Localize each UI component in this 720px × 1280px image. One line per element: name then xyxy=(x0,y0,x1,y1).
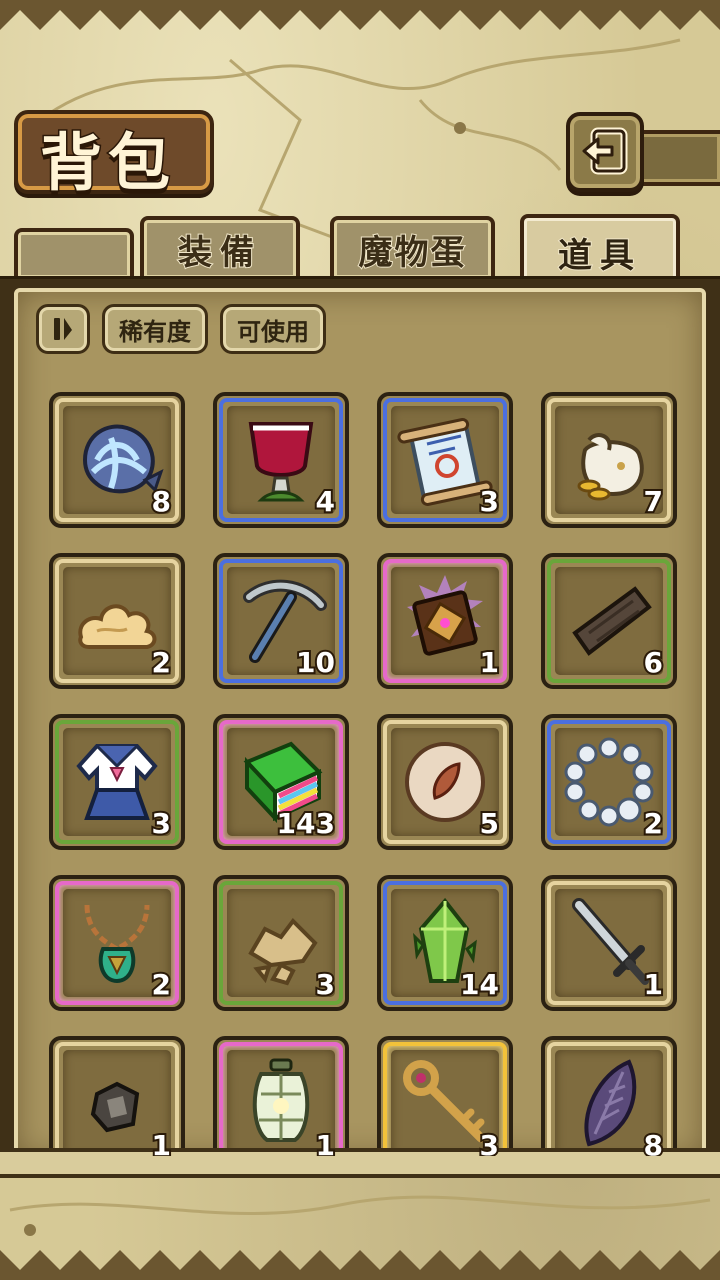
filter-rarity-button[interactable]: 稀有度 xyxy=(102,304,208,354)
page-title: 背包 xyxy=(38,125,177,201)
item-quantity: 10 xyxy=(294,646,337,679)
inventory-slot[interactable]: 4 xyxy=(213,392,349,528)
inventory-slot[interactable]: 8 xyxy=(49,392,185,528)
item-quantity: 2 xyxy=(641,807,665,840)
tab-equipment-label: 装備 xyxy=(177,232,262,274)
item-quantity: 1 xyxy=(641,968,665,1001)
item-quantity: 2 xyxy=(149,968,173,1001)
inventory-slot[interactable]: 2 xyxy=(49,875,185,1011)
item-quantity: 1 xyxy=(477,646,501,679)
inventory-slot[interactable]: 1 xyxy=(213,1036,349,1160)
inventory-slot[interactable]: 3 xyxy=(377,1036,513,1160)
item-quantity: 143 xyxy=(275,807,337,840)
item-quantity: 5 xyxy=(477,807,501,840)
item-quantity: 1 xyxy=(313,1129,337,1160)
inventory-slot[interactable]: 8 xyxy=(541,1036,677,1160)
inventory-slot[interactable]: 7 xyxy=(541,392,677,528)
tab-spacer xyxy=(14,228,134,278)
item-quantity: 2 xyxy=(149,646,173,679)
item-quantity: 4 xyxy=(313,485,337,518)
tab-monster-eggs[interactable]: 魔物蛋 xyxy=(330,216,495,278)
item-quantity: 3 xyxy=(477,1129,501,1160)
back-arrow-icon xyxy=(582,127,628,175)
item-quantity: 8 xyxy=(149,485,173,518)
filter-rarity-label: 稀有度 xyxy=(119,317,191,346)
sort-toggle-button[interactable] xyxy=(36,304,90,354)
item-quantity: 6 xyxy=(641,646,665,679)
tab-equipment[interactable]: 装備 xyxy=(140,216,300,278)
inventory-slot[interactable]: 143 xyxy=(213,714,349,850)
filter-usable-label: 可使用 xyxy=(237,317,309,346)
item-quantity: 3 xyxy=(149,807,173,840)
back-button[interactable] xyxy=(566,112,644,192)
inventory-slot[interactable]: 3 xyxy=(213,875,349,1011)
inventory-slot[interactable]: 2 xyxy=(49,553,185,689)
inventory-slot[interactable]: 3 xyxy=(377,392,513,528)
item-grid: 8 4 3 7 2 10 1 6 3 143 5 2 2 3 14 1 1 1 3 8 xyxy=(49,392,677,1160)
inventory-slot[interactable]: 3 xyxy=(49,714,185,850)
inventory-slot[interactable]: 10 xyxy=(213,553,349,689)
sort-toggle-icon xyxy=(54,318,72,340)
inventory-panel: 稀有度 可使用 8 4 3 7 2 10 1 6 3 143 5 2 2 3 14 1 1 1 3 8 xyxy=(14,288,706,1160)
inventory-slot[interactable]: 14 xyxy=(377,875,513,1011)
inventory-slot[interactable]: 1 xyxy=(49,1036,185,1160)
tab-monster-eggs-label: 魔物蛋 xyxy=(358,232,467,274)
item-quantity: 7 xyxy=(641,485,665,518)
inventory-slot[interactable]: 2 xyxy=(541,714,677,850)
item-quantity: 14 xyxy=(458,968,501,1001)
inventory-slot[interactable]: 5 xyxy=(377,714,513,850)
filter-usable-button[interactable]: 可使用 xyxy=(220,304,326,354)
item-quantity: 1 xyxy=(149,1129,173,1160)
inventory-slot[interactable]: 1 xyxy=(541,875,677,1011)
inventory-slot[interactable]: 6 xyxy=(541,553,677,689)
item-quantity: 8 xyxy=(641,1129,665,1160)
item-quantity: 3 xyxy=(477,485,501,518)
item-quantity: 3 xyxy=(313,968,337,1001)
tab-items-label: 道具 xyxy=(557,235,642,277)
inventory-slot[interactable]: 1 xyxy=(377,553,513,689)
